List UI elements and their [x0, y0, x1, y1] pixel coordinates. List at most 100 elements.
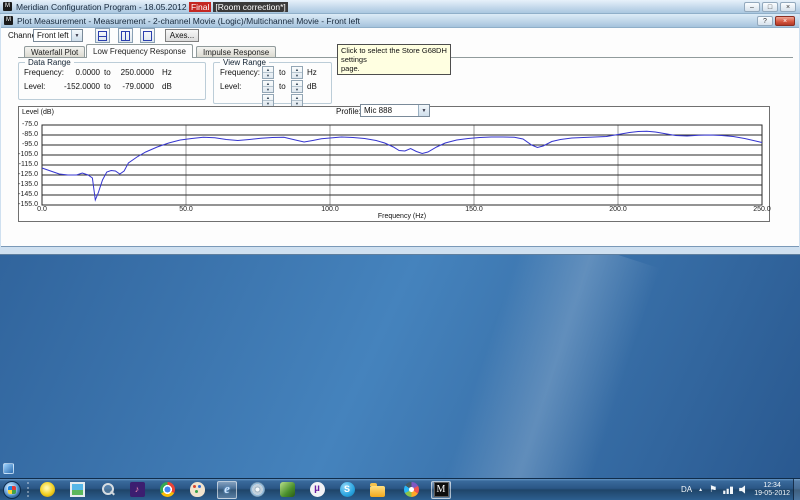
view-level-to-spinner[interactable]: ▲ ▼ [291, 80, 303, 93]
profile-select[interactable]: Mic 888 ▼ [360, 104, 430, 117]
to-label: to [104, 68, 111, 77]
close-button[interactable]: × [780, 2, 796, 12]
tooltip-line2: page. [341, 64, 360, 73]
taskbar-picasa-button[interactable] [401, 481, 421, 499]
taskbar-explorer-button[interactable] [367, 481, 387, 499]
to-label: to [104, 82, 111, 91]
split-vertical-icon [121, 30, 130, 41]
spin-down-icon[interactable]: ▼ [263, 73, 273, 78]
clock[interactable]: 12:34 19-05-2012 [754, 482, 790, 498]
folder-icon [369, 482, 385, 497]
profile-label: Profile: [334, 107, 363, 116]
taskbar-yellow-app-button[interactable] [37, 481, 57, 499]
taskbar-utorrent-button[interactable]: µ [307, 481, 327, 499]
x-tick-label: 100.0 [321, 206, 339, 213]
taskbar-skype-button[interactable]: S [337, 481, 357, 499]
clock-date: 19-05-2012 [754, 489, 790, 497]
photo-viewer-icon [69, 482, 85, 497]
data-range-frequency-to: 250.0000 [120, 68, 154, 77]
show-hidden-icons-chevron[interactable]: ▲ [698, 487, 703, 493]
show-desktop-button[interactable] [793, 479, 800, 500]
yellow-disc-icon [39, 482, 55, 497]
single-pane-button[interactable] [140, 28, 155, 43]
taskbar-internet-explorer-button[interactable]: e [217, 480, 237, 499]
volume-icon[interactable] [739, 485, 746, 494]
x-axis-tick-labels: 0.0 50.0 100.0 150.0 200.0 250.0 [18, 106, 778, 222]
x-tick-label: 250.0 [753, 206, 771, 213]
hz-unit-label: Hz [307, 68, 317, 77]
minimize-button[interactable]: – [744, 2, 760, 12]
x-tick-label: 50.0 [179, 206, 193, 213]
profile-select-value: Mic 888 [364, 106, 393, 115]
hz-unit-label: Hz [162, 68, 172, 77]
channel-select[interactable]: Front left ▼ [33, 29, 83, 42]
split-horizontal-icon [98, 30, 107, 41]
data-range-level-label: Level: [24, 82, 46, 91]
start-button[interactable] [3, 480, 21, 499]
chevron-down-icon[interactable]: ▼ [418, 105, 429, 116]
taskbar-paint-button[interactable] [187, 481, 207, 499]
tab-impulse-response[interactable]: Impulse Response [196, 46, 277, 57]
taskbar-grip [27, 482, 30, 497]
split-vertical-button[interactable] [118, 28, 133, 43]
taskbar-chrome-button[interactable] [157, 481, 177, 499]
taskbar-disc-burner-button[interactable] [247, 481, 267, 499]
taskbar-meridian-button[interactable]: M [431, 480, 451, 499]
internet-explorer-icon: e [224, 481, 230, 496]
x-tick-label: 0.0 [37, 206, 47, 213]
tab-low-frequency-response[interactable]: Low Frequency Response [86, 44, 193, 58]
spin-down-icon[interactable]: ▼ [292, 87, 302, 92]
language-indicator[interactable]: DA [681, 485, 692, 494]
plot-window-icon: M [4, 16, 13, 25]
meridian-configuration-window: M Meridian Configuration Program - 18.05… [0, 0, 800, 255]
tab-waterfall-plot[interactable]: Waterfall Plot [24, 46, 86, 57]
split-horizontal-button[interactable] [95, 28, 110, 43]
taskbar-search-button[interactable] [97, 481, 117, 499]
plot-window-title: Plot Measurement - Measurement - 2-chann… [17, 15, 360, 26]
chevron-down-icon[interactable]: ▼ [71, 30, 82, 41]
green-app-icon [279, 482, 295, 497]
main-titlebar[interactable]: M Meridian Configuration Program - 18.05… [0, 0, 800, 14]
desktop-wallpaper-streak [440, 225, 660, 500]
x-tick-label: 200.0 [609, 206, 627, 213]
picasa-pinwheel-icon [403, 482, 419, 497]
view-frequency-from-spinner[interactable]: ▲ ▼ [262, 66, 274, 79]
title-highlight-final: Final [188, 1, 212, 12]
plot-window-titlebar[interactable]: M Plot Measurement - Measurement - 2-cha… [1, 14, 799, 28]
meridian-app-icon: M [3, 2, 12, 11]
view-level-from-spinner[interactable]: ▲ ▼ [262, 80, 274, 93]
db-unit-label: dB [307, 82, 317, 91]
skype-icon: S [339, 482, 355, 497]
paint-palette-icon [189, 482, 205, 497]
db-unit-label: dB [162, 82, 172, 91]
channel-select-value: Front left [37, 31, 69, 40]
action-center-flag-icon[interactable]: ⚑ [709, 484, 717, 495]
view-range-level-label: Level: [220, 82, 242, 91]
clock-time: 12:34 [763, 481, 781, 489]
tooltip-line1: Click to select the Store G68DH settings [341, 46, 447, 64]
main-window-title: Meridian Configuration Program - 18.05.2… [16, 1, 288, 12]
chrome-icon [159, 482, 175, 497]
view-frequency-to-spinner[interactable]: ▲ ▼ [291, 66, 303, 79]
taskbar-media-player-button[interactable] [277, 481, 297, 499]
data-range-level-to: -79.0000 [122, 82, 154, 91]
network-icon[interactable] [723, 486, 734, 494]
to-label: to [279, 82, 286, 91]
plot-window-close-button[interactable]: × [775, 16, 795, 26]
data-range-title: Data Range [25, 58, 74, 67]
desktop-shortcut-icon[interactable] [3, 463, 14, 474]
help-button[interactable]: ? [757, 16, 773, 26]
view-range-frequency-label: Frequency: [220, 68, 261, 77]
magnifier-icon [100, 482, 115, 497]
taskbar: ♪ e µ S M DA ▲ ⚑ 12:34 19-05-2012 [0, 478, 800, 500]
spin-down-icon[interactable]: ▼ [292, 73, 302, 78]
data-range-level-from: -152.0000 [63, 82, 100, 91]
spin-down-icon[interactable]: ▼ [263, 87, 273, 92]
maximize-button[interactable]: □ [762, 2, 778, 12]
music-note-icon: ♪ [129, 482, 145, 497]
taskbar-photo-viewer-button[interactable] [67, 481, 87, 499]
data-range-frequency-from: 0.0000 [75, 68, 100, 77]
to-label: to [279, 68, 286, 77]
axes-button[interactable]: Axes... [165, 29, 199, 42]
taskbar-media-library-button[interactable]: ♪ [127, 481, 147, 499]
